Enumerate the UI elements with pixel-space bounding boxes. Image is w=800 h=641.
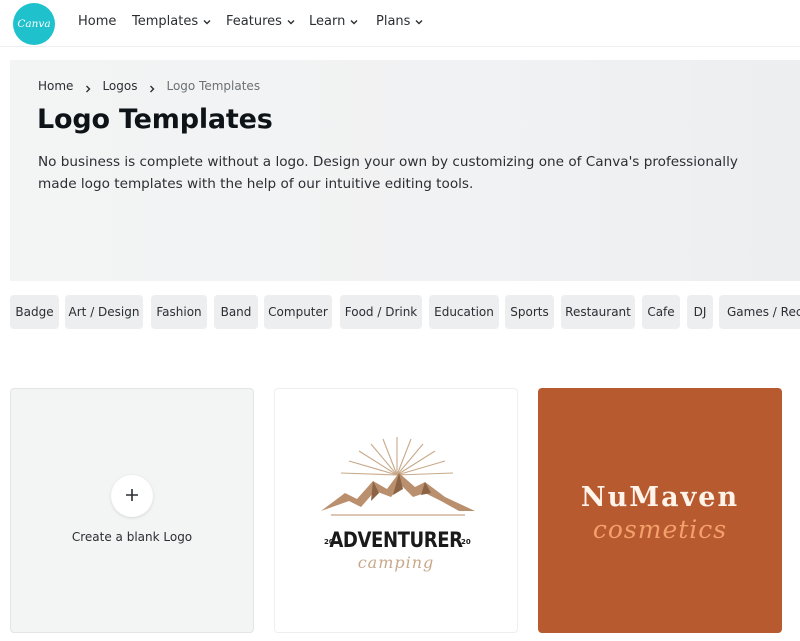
logo-wordmark: Canva (17, 18, 51, 30)
chevron-down-icon (350, 18, 358, 26)
nav-templates-label: Templates (132, 14, 199, 29)
category-filter-bar: Badge Art / Design Fashion Band Computer… (10, 295, 800, 329)
numaven-subtitle: cosmetics (592, 515, 728, 544)
chevron-down-icon (415, 18, 423, 26)
create-blank-logo-label: Create a blank Logo (71, 530, 193, 544)
nav-features[interactable]: Features (226, 14, 295, 29)
breadcrumb-home[interactable]: Home (38, 79, 73, 93)
category-chip-dj[interactable]: DJ (687, 295, 713, 329)
plus-button[interactable] (111, 475, 153, 517)
category-chip-fashion[interactable]: Fashion (151, 295, 207, 329)
nav-templates[interactable]: Templates (132, 14, 211, 29)
category-chip-art-design[interactable]: Art / Design (65, 295, 143, 329)
create-blank-logo-card[interactable]: Create a blank Logo (10, 388, 254, 633)
category-chip-games-recreation[interactable]: Games / Recreation (719, 295, 800, 329)
breadcrumb-logos[interactable]: Logos (102, 79, 137, 93)
category-chip-education[interactable]: Education (429, 295, 499, 329)
category-chip-badge[interactable]: Badge (10, 295, 59, 329)
plus-icon (125, 487, 139, 506)
breadcrumb: Home Logos Logo Templates (38, 79, 260, 93)
category-chip-restaurant[interactable]: Restaurant (561, 295, 635, 329)
chevron-right-icon (148, 82, 156, 93)
hero-banner: Home Logos Logo Templates Logo Templates… (10, 60, 800, 281)
category-chip-cafe[interactable]: Cafe (642, 295, 680, 329)
chevron-down-icon (203, 18, 211, 26)
mountain-sunburst-illustration (321, 437, 475, 516)
page-title: Logo Templates (37, 104, 273, 135)
chevron-right-icon (84, 82, 92, 93)
page-description: No business is complete without a logo. … (38, 154, 738, 192)
nav-home-label: Home (78, 14, 117, 29)
nav-plans[interactable]: Plans (376, 14, 423, 29)
category-chip-band[interactable]: Band (214, 295, 258, 329)
nav-home[interactable]: Home (78, 14, 116, 29)
category-chip-food-drink[interactable]: Food / Drink (340, 295, 422, 329)
numaven-title: NuMaven (580, 482, 740, 513)
template-card-adventurer[interactable]: 20 ADVENTURER 20 camping (274, 388, 518, 633)
nav-plans-label: Plans (376, 14, 411, 29)
chevron-down-icon (287, 18, 295, 26)
top-navigation-bar: Canva Home Templates Features Learn Plan… (0, 0, 800, 47)
nav-learn[interactable]: Learn (309, 14, 358, 29)
nav-learn-label: Learn (309, 14, 346, 29)
canva-logo[interactable]: Canva (13, 3, 55, 45)
category-chip-sports[interactable]: Sports (505, 295, 554, 329)
adventurer-year-right: 20 (461, 538, 471, 546)
category-chip-computer[interactable]: Computer (264, 295, 332, 329)
breadcrumb-current: Logo Templates (166, 79, 261, 93)
adventurer-subtitle: camping (357, 553, 435, 572)
nav-features-label: Features (226, 14, 282, 29)
template-card-numaven[interactable]: NuMaven cosmetics (538, 388, 782, 633)
